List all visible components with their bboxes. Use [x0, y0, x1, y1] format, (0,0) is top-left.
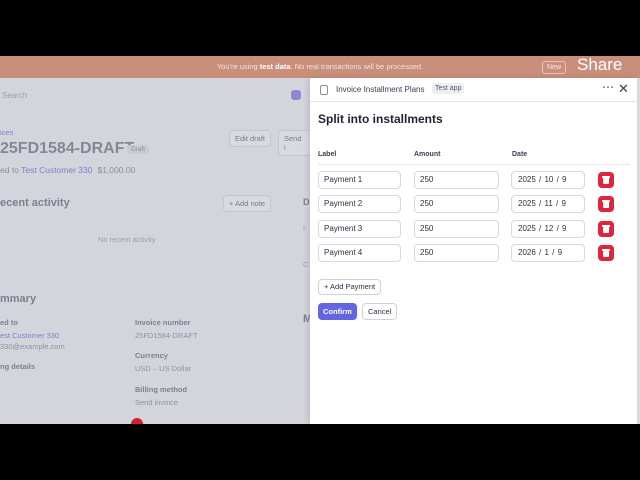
header-divider [318, 164, 630, 165]
more-icon[interactable]: ⋯ [602, 80, 614, 94]
installment-row: Payment 4 250 2026 / 1 / 9 [310, 244, 637, 264]
invoice-number-value: 25FD1584-DRAFT [135, 331, 198, 340]
no-activity-text: No recent activity [98, 235, 156, 244]
trash-icon[interactable] [598, 245, 614, 261]
label-input[interactable]: Payment 4 [318, 244, 401, 262]
billing-method-value: Send invoice [135, 398, 178, 407]
app-frame: You're using test data. No real transact… [0, 56, 640, 424]
draft-badge: Draft [127, 145, 150, 154]
billed-to-label: ed to [0, 318, 18, 327]
installment-row: Payment 1 250 2025 / 10 / 9 [310, 171, 637, 191]
recent-activity-heading: ecent activity [0, 197, 70, 209]
c-label-partial: C [303, 260, 309, 269]
panel-title: Split into installments [318, 112, 443, 126]
breadcrumb[interactable]: ices [0, 128, 13, 137]
assistant-icon[interactable] [291, 90, 301, 100]
customer-email: 330@example.com [0, 342, 65, 351]
edit-draft-button[interactable]: Edit draft [229, 130, 272, 147]
customer-link[interactable]: est Customer 330 [0, 331, 59, 340]
trash-icon[interactable] [598, 221, 614, 237]
red-indicator [131, 418, 143, 424]
banner-text-bold: test data [259, 62, 291, 71]
billed-prefix: ed to [0, 165, 22, 175]
trash-icon[interactable] [598, 172, 614, 188]
billing-method-label: Billing method [135, 385, 188, 394]
billed-line: ed to Test Customer 330 $1,000.00 [0, 165, 135, 175]
share-button[interactable]: Share [577, 56, 622, 76]
close-icon[interactable]: ✕ [618, 81, 629, 97]
label-input[interactable]: Payment 1 [318, 171, 401, 189]
invoice-title: 25FD1584-DRAFT [0, 140, 135, 157]
amount-input[interactable]: 250 [414, 220, 499, 238]
col-header-label: Label [318, 151, 337, 158]
panel-header: Invoice Installment Plans Test app ⋯ ✕ [310, 78, 637, 102]
banner-text-before: You're using [216, 62, 260, 71]
installment-panel: Invoice Installment Plans Test app ⋯ ✕ S… [310, 78, 637, 424]
new-button[interactable]: New [542, 61, 567, 74]
currency-value: USD – US Dollar [135, 364, 192, 373]
date-input[interactable]: 2026 / 1 / 9 [511, 244, 585, 262]
amount-input[interactable]: 250 [414, 171, 499, 189]
col-header-date: Date [512, 151, 528, 158]
billing-details-label: ng details [0, 362, 36, 371]
invoice-number-label: Invoice number [135, 318, 191, 327]
banner-text-after: . No real transactions will be processed… [290, 62, 424, 71]
confirm-button[interactable]: Confirm [318, 303, 357, 320]
test-app-badge: Test app [432, 83, 465, 94]
add-payment-button[interactable]: + Add Payment [318, 279, 382, 295]
details-heading-partial: D [303, 197, 310, 207]
date-input[interactable]: 2025 / 12 / 9 [511, 220, 585, 238]
search-input[interactable]: Search [2, 91, 27, 100]
date-input[interactable]: 2025 / 10 / 9 [511, 171, 585, 189]
billed-customer-link[interactable]: Test Customer 330 [21, 165, 92, 175]
app-icon [320, 85, 328, 95]
billed-amount: $1,000.00 [97, 165, 136, 175]
app-name: Invoice Installment Plans [336, 85, 425, 94]
label-input[interactable]: Payment 3 [318, 220, 401, 238]
trash-icon[interactable] [598, 196, 614, 212]
send-button[interactable]: Send i [278, 130, 310, 156]
cancel-button[interactable]: Cancel [362, 303, 398, 320]
invoice-page-background: Search ices 25FD1584-DRAFT Draft ed to T… [0, 78, 312, 424]
amount-input[interactable]: 250 [414, 195, 499, 213]
add-note-button[interactable]: + Add note [223, 195, 272, 212]
installment-row: Payment 2 250 2025 / 11 / 9 [310, 195, 637, 215]
currency-label: Currency [135, 351, 168, 360]
date-input[interactable]: 2025 / 11 / 9 [511, 195, 585, 213]
test-data-banner: You're using test data. No real transact… [0, 56, 640, 78]
installment-row: Payment 3 250 2025 / 12 / 9 [310, 220, 637, 240]
summary-heading: mmary [0, 293, 37, 305]
col-header-amount: Amount [414, 151, 441, 158]
label-input[interactable]: Payment 2 [318, 195, 401, 213]
amount-input[interactable]: 250 [414, 244, 499, 262]
id-label-partial: I [303, 223, 306, 232]
